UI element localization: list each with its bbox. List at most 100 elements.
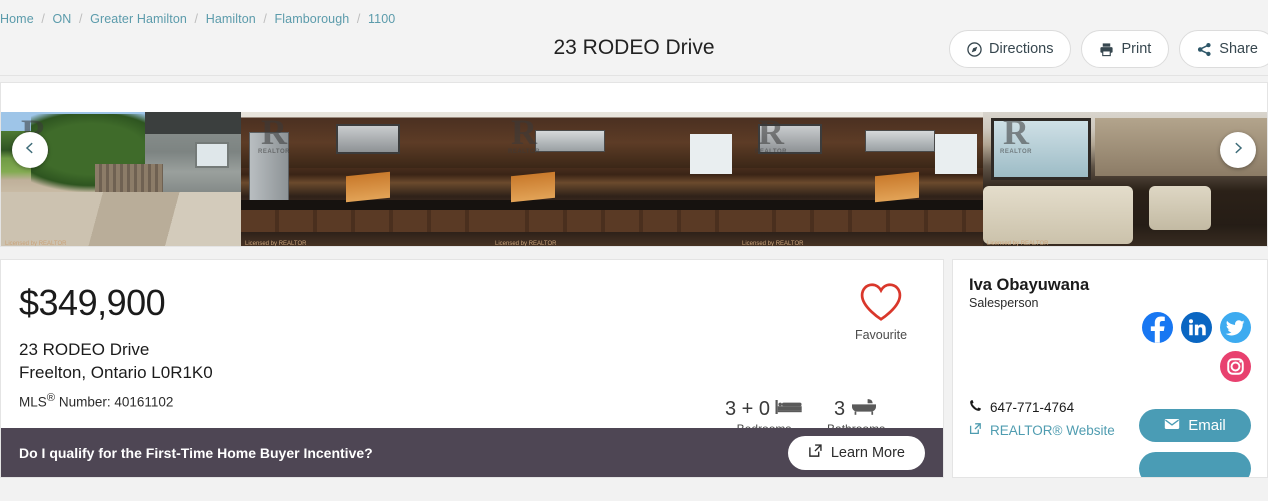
phone-icon [969, 399, 982, 415]
photo-credit: Licensed by REALTOR [5, 241, 67, 247]
photo-decor [491, 210, 738, 234]
incentive-text: Do I qualify for the First-Time Home Buy… [19, 444, 373, 461]
photo-decor [935, 134, 977, 174]
share-button[interactable]: Share [1179, 30, 1268, 68]
breadcrumb-separator: / [263, 12, 267, 26]
listing-address-line2: Freelton, Ontario L0R1K0 [19, 363, 213, 382]
listing-facts: Favourite 3 + 0 3 [725, 282, 925, 442]
print-label: Print [1121, 41, 1152, 57]
listing-details: $349,900 23 RODEO Drive Freelton, Ontari… [19, 282, 213, 430]
photo-decor [983, 186, 1133, 244]
gallery-next-button[interactable] [1220, 132, 1256, 168]
photo-decor [875, 171, 920, 203]
photo-credit: Licensed by REALTOR [495, 241, 557, 247]
gallery-photo[interactable]: R REALTOR Licensed by REALTOR [738, 112, 983, 247]
twitter-icon[interactable] [1220, 312, 1251, 343]
directions-label: Directions [989, 41, 1054, 57]
breadcrumb-item-home[interactable]: Home [0, 12, 34, 26]
gallery-photo[interactable]: R REALTOR Licensed by REALTOR [983, 112, 1267, 247]
print-button[interactable]: Print [1081, 30, 1170, 68]
heart-icon [859, 283, 903, 326]
listing-price: $349,900 [19, 282, 166, 323]
photo-decor [241, 200, 491, 210]
share-icon [1197, 42, 1212, 57]
first-time-buyer-banner: Do I qualify for the First-Time Home Buy… [1, 428, 943, 477]
gallery-strip[interactable]: R REALTOR Licensed by REALTOR R REALTOR … [1, 112, 1267, 247]
secondary-agent-button[interactable] [1139, 452, 1251, 477]
listing-address-line1: 23 RODEO Drive [19, 340, 150, 359]
email-agent-button[interactable]: Email [1139, 409, 1251, 442]
realtor-watermark-icon: R REALTOR [1000, 112, 1032, 155]
mls-registered-mark: ® [46, 392, 56, 404]
gallery-prev-button[interactable] [12, 132, 48, 168]
chevron-right-icon [1231, 141, 1245, 160]
photo-decor [195, 142, 229, 168]
agent-contact: 647-771-4764 REALTOR® Website [969, 399, 1115, 445]
directions-button[interactable]: Directions [949, 30, 1072, 68]
breadcrumb-item-hamilton[interactable]: Hamilton [206, 12, 256, 26]
agent-role: Salesperson [969, 296, 1039, 310]
breadcrumb-item-flamborough[interactable]: Flamborough [275, 12, 350, 26]
photo-decor [1149, 186, 1211, 230]
photo-credit: Licensed by REALTOR [987, 241, 1049, 247]
bed-icon [775, 398, 803, 421]
email-label: Email [1188, 417, 1226, 434]
mls-value: Number: 40161102 [55, 394, 174, 410]
mls-label: MLS [19, 394, 47, 410]
photo-decor [738, 200, 983, 210]
photo-gallery: R REALTOR Licensed by REALTOR R REALTOR … [0, 82, 1268, 247]
learn-more-label: Learn More [830, 444, 905, 461]
photo-decor [690, 134, 732, 174]
favourite-label: Favourite [854, 328, 908, 342]
facebook-icon[interactable] [1142, 312, 1173, 343]
photo-credit: Licensed by REALTOR [245, 241, 307, 247]
photo-decor [145, 112, 241, 134]
realtor-watermark-icon: R REALTOR [258, 112, 290, 155]
breadcrumb-separator: / [356, 12, 361, 26]
chevron-left-icon [23, 141, 37, 160]
realtor-watermark-icon: R REALTOR [508, 112, 540, 155]
listing-summary-card: $349,900 23 RODEO Drive Freelton, Ontari… [0, 259, 944, 478]
linkedin-icon[interactable] [1181, 312, 1212, 343]
photo-decor [738, 210, 983, 234]
photo-decor [346, 171, 390, 203]
listing-summary-inner: $349,900 23 RODEO Drive Freelton, Ontari… [1, 260, 943, 436]
photo-decor [491, 200, 738, 210]
agent-phone: 647-771-4764 [990, 399, 1075, 415]
gallery-photo[interactable]: R REALTOR Licensed by REALTOR [1, 112, 241, 247]
photo-decor [510, 171, 555, 203]
gallery-photo[interactable]: R REALTOR Licensed by REALTOR [241, 112, 491, 247]
photo-decor [241, 210, 491, 234]
compass-icon [967, 41, 982, 57]
content-row: $349,900 23 RODEO Drive Freelton, Ontari… [0, 259, 1268, 478]
photo-credit: Licensed by REALTOR [742, 241, 804, 247]
bathrooms-value: 3 [834, 398, 846, 420]
breadcrumb-separator: / [194, 12, 199, 26]
agent-phone-row[interactable]: 647-771-4764 [969, 399, 1115, 415]
breadcrumb: Home / ON / Greater Hamilton / Hamilton … [0, 12, 395, 26]
listing-mls-number: MLS® Number: 40161102 [19, 392, 213, 410]
photo-decor [865, 130, 936, 152]
agent-card: Iva Obayuwana Salesperson 647-771-4764 R… [952, 259, 1268, 478]
learn-more-button[interactable]: Learn More [787, 435, 925, 470]
bathtub-icon [850, 398, 878, 421]
breadcrumb-separator: / [79, 12, 83, 26]
share-label: Share [1219, 41, 1258, 57]
breadcrumb-separator: / [41, 12, 45, 26]
envelope-icon [1164, 416, 1180, 436]
gallery-photo[interactable]: R REALTOR Licensed by REALTOR [491, 112, 738, 247]
favourite-button[interactable]: Favourite [851, 282, 911, 342]
breadcrumb-item-on[interactable]: ON [52, 12, 71, 26]
agent-social-links [1131, 312, 1251, 382]
agent-website-row[interactable]: REALTOR® Website [969, 422, 1115, 438]
instagram-icon[interactable] [1220, 351, 1251, 382]
breadcrumb-item-greater-hamilton[interactable]: Greater Hamilton [90, 12, 187, 26]
realtor-watermark-icon: R REALTOR [755, 112, 787, 155]
bedrooms-row: 3 + 0 [725, 398, 803, 421]
photo-decor [336, 124, 400, 154]
printer-icon [1099, 42, 1114, 57]
header-actions: Directions Print Share [949, 30, 1268, 68]
photo-decor [1, 192, 241, 246]
agent-name: Iva Obayuwana [969, 276, 1090, 294]
breadcrumb-item-1100[interactable]: 1100 [368, 12, 395, 26]
